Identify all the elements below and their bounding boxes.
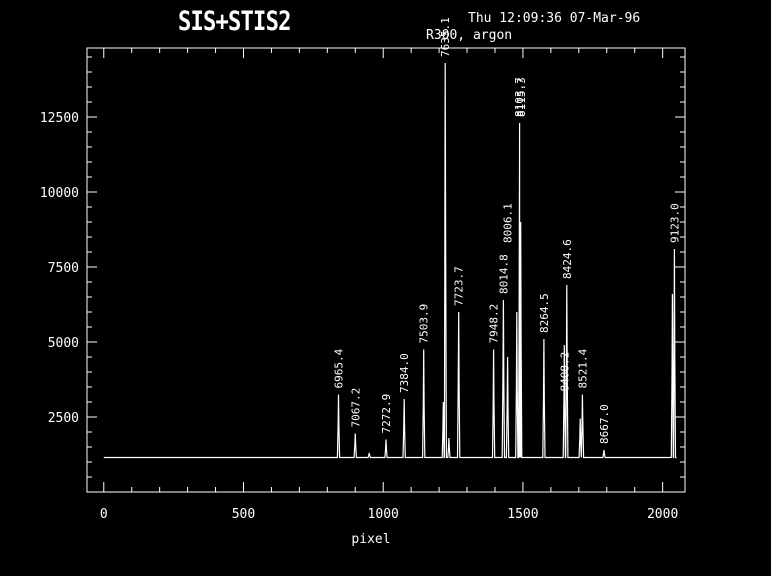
peak-label: 9123.0 <box>668 203 681 243</box>
peak-label: 8006.1 <box>502 203 515 243</box>
peak-label: 8014.8 <box>497 254 510 294</box>
x-tick-label: 2000 <box>647 507 678 522</box>
y-tick-label: 5000 <box>48 336 79 351</box>
peak-label: 8424.6 <box>561 239 574 279</box>
y-tick-label: 12500 <box>40 111 79 126</box>
peak-label: 8408.2 <box>558 352 571 392</box>
peak-label: 7948.2 <box>488 304 501 344</box>
spectrum-chart: 0 500 1000 1500 2000 2500 5000 7500 10000 12500 6… <box>40 17 686 547</box>
peak-label: 8264.5 <box>538 293 551 333</box>
x-axis-label: pixel <box>351 532 390 547</box>
peak-label: 7272.9 <box>380 394 393 434</box>
y-tick-label: 7500 <box>48 261 79 276</box>
peak-label: 7635.1 <box>439 17 452 57</box>
y-tick-label: 10000 <box>40 186 79 201</box>
x-tick-label: 1500 <box>507 507 538 522</box>
peak-label: 8667.0 <box>598 404 611 444</box>
x-tick-label: 500 <box>232 507 255 522</box>
peak-label: 8521.4 <box>576 348 589 388</box>
peak-label: 7723.7 <box>453 266 466 306</box>
peak-label: 6965.4 <box>332 348 345 388</box>
y-tick-label: 2500 <box>48 411 79 426</box>
peak-label: 7067.2 <box>349 388 362 428</box>
peak-label: 7503.9 <box>418 304 431 344</box>
x-tick-label: 0 <box>100 507 108 522</box>
peak-label: 8115.3 <box>515 77 528 117</box>
peak-label: 7384.0 <box>398 353 411 393</box>
x-tick-label: 1000 <box>368 507 399 522</box>
